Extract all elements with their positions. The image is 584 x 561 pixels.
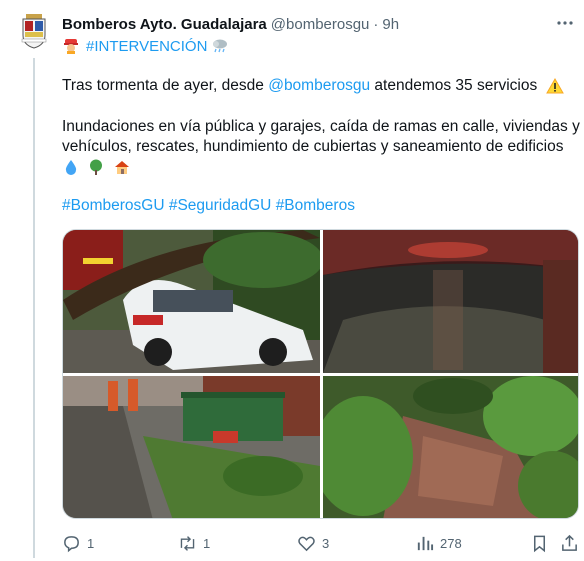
retweet-icon: [180, 535, 195, 551]
reply-button[interactable]: 1: [62, 532, 94, 554]
hashtag-bomberos[interactable]: #Bomberos: [276, 197, 355, 214]
retweet-count: 1: [203, 535, 211, 551]
views-count: 278: [440, 535, 462, 551]
reply-count: 1: [87, 535, 95, 551]
tweet-header: Bomberos Ayto. Guadalajara @bomberosgu ·…: [62, 14, 399, 34]
warning-emoji-icon: [545, 77, 564, 95]
text-part-2: atendemos 35 servicios: [370, 77, 538, 94]
share-button[interactable]: [560, 532, 579, 554]
droplet-emoji-icon: [62, 158, 80, 176]
views-button[interactable]: 278: [415, 532, 462, 554]
more-options-button[interactable]: [554, 12, 576, 34]
share-icon: [562, 534, 577, 551]
author-name[interactable]: Bomberos Ayto. Guadalajara: [62, 16, 267, 33]
photo-collapsed-wall[interactable]: [323, 376, 578, 518]
hashtag-bomberosgu[interactable]: #BomberosGU: [62, 197, 165, 214]
reply-icon: [64, 535, 79, 552]
thread-line: [33, 58, 35, 558]
mention-link[interactable]: @bomberosgu: [268, 77, 370, 94]
emoji-row: [62, 157, 580, 177]
fire-department-shield-icon: [21, 14, 47, 49]
tree-emoji-icon: [87, 158, 105, 176]
avatar[interactable]: [18, 12, 50, 50]
hashtags-line: #BomberosGU #SeguridadGU #Bomberos: [62, 196, 580, 216]
intervention-hashtag[interactable]: #INTERVENCIÓN: [86, 38, 207, 55]
separator-dot: ·: [373, 15, 379, 33]
photo-firefighters-street[interactable]: [63, 376, 320, 518]
timestamp[interactable]: 9h: [382, 16, 399, 33]
tweet[interactable]: Bomberos Ayto. Guadalajara @bomberosgu ·…: [0, 0, 584, 561]
photo-fallen-tree-car[interactable]: [63, 230, 320, 373]
views-chart-icon: [417, 536, 434, 550]
tweet-text-line-2b: vehículos, rescates, hundimiento de cubi…: [62, 138, 564, 155]
house-emoji-icon: [113, 158, 131, 176]
photo-flooded-tunnel[interactable]: [323, 230, 578, 373]
author-handle[interactable]: @bomberosgu: [271, 16, 370, 33]
more-options-icon: [557, 21, 573, 25]
tweet-text-line-2a: Inundaciones en vía pública y garajes, c…: [62, 118, 580, 135]
retweet-button[interactable]: 1: [178, 532, 210, 554]
tweet-text-line-1: Tras tormenta de ayer, desde @bomberosgu…: [62, 76, 580, 96]
bookmark-button[interactable]: [530, 532, 549, 554]
storm-cloud-emoji-icon: [211, 37, 229, 55]
intervention-line: #INTERVENCIÓN: [62, 36, 229, 56]
firefighter-emoji-icon: [62, 37, 80, 55]
hashtag-seguridadgu[interactable]: #SeguridadGU: [169, 197, 272, 214]
like-count: 3: [322, 535, 330, 551]
like-button[interactable]: 3: [297, 532, 329, 554]
action-bar: 1 1 3 278: [62, 532, 580, 554]
text-part-1: Tras tormenta de ayer, desde: [62, 77, 269, 94]
bookmark-icon: [533, 535, 546, 552]
heart-icon: [298, 536, 315, 551]
media-grid: [62, 229, 579, 519]
